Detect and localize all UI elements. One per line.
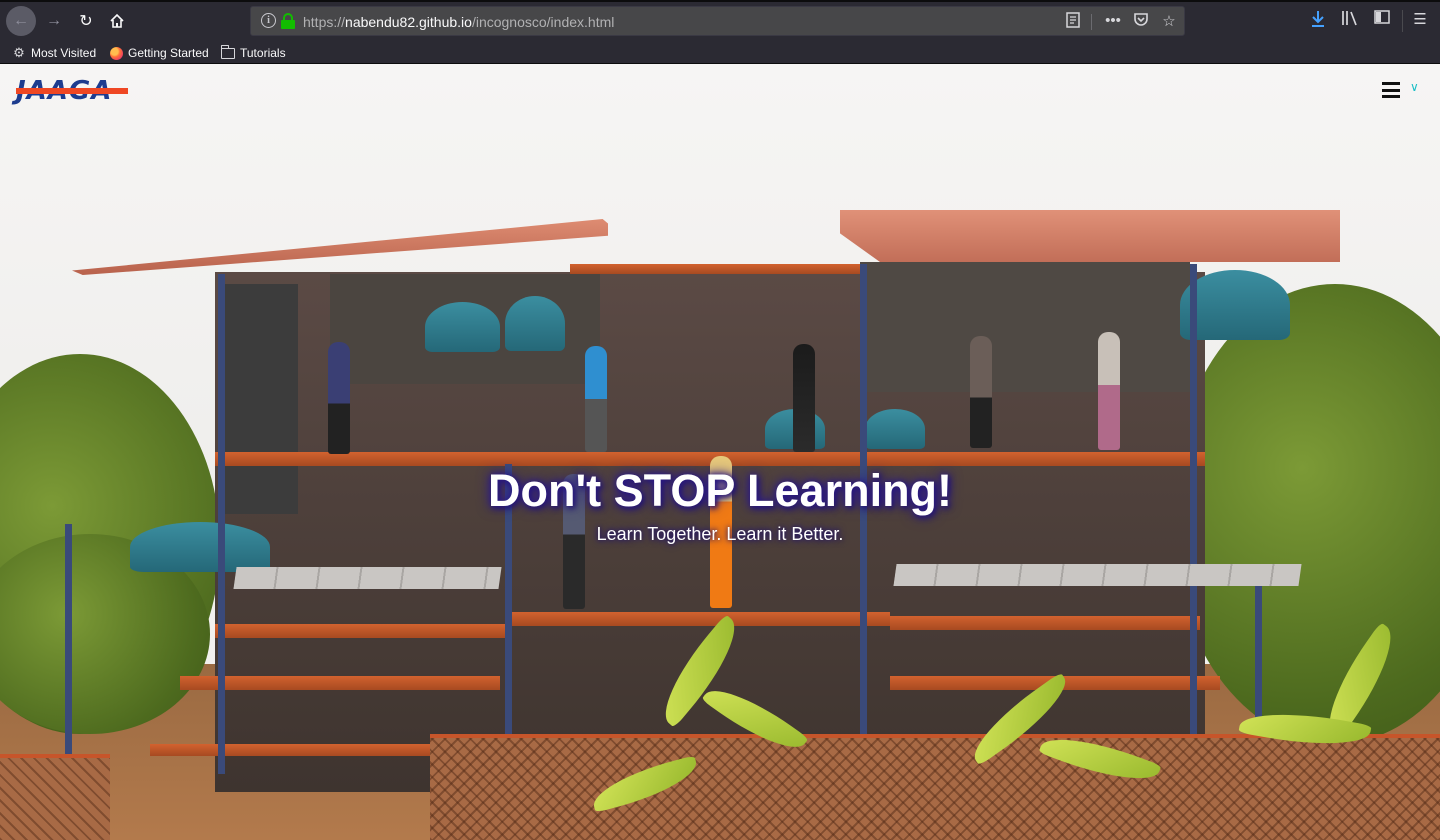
downloads-button[interactable] bbox=[1307, 10, 1329, 32]
sidebar-icon bbox=[1374, 10, 1390, 24]
gear-icon: ⚙ bbox=[13, 45, 25, 60]
page-actions-button[interactable]: ••• bbox=[1103, 12, 1123, 29]
menu-icon: ☰ bbox=[1413, 11, 1427, 28]
chevron-down-icon[interactable]: ∨ bbox=[1410, 80, 1419, 94]
hero-title: Don't STOP Learning! bbox=[487, 465, 953, 516]
library-button[interactable] bbox=[1339, 10, 1361, 30]
library-icon bbox=[1342, 11, 1357, 26]
bookmark-star-button[interactable]: ☆ bbox=[1159, 12, 1179, 30]
bookmark-folder-tutorials[interactable]: Tutorials bbox=[220, 44, 286, 62]
firefox-icon bbox=[109, 46, 123, 60]
bookmark-label: Getting Started bbox=[128, 46, 209, 60]
url-path: /incognosco/index.html bbox=[471, 14, 615, 30]
logo-bar bbox=[16, 88, 128, 94]
bookmark-getting-started[interactable]: Getting Started bbox=[109, 44, 209, 62]
forward-button[interactable]: → bbox=[40, 7, 68, 35]
folder-icon bbox=[220, 44, 235, 60]
site-logo[interactable]: JAAGA bbox=[16, 76, 128, 106]
url-prefix: https:// bbox=[303, 14, 346, 30]
bookmark-label: Most Visited bbox=[31, 46, 97, 60]
info-icon[interactable]: i bbox=[261, 13, 276, 28]
hamburger-line bbox=[1382, 88, 1400, 92]
toolbar-separator bbox=[1402, 10, 1403, 32]
pocket-button[interactable] bbox=[1131, 12, 1151, 31]
lock-icon[interactable] bbox=[281, 13, 295, 29]
star-icon: ☆ bbox=[1162, 13, 1176, 30]
ellipsis-icon: ••• bbox=[1105, 12, 1121, 29]
page-viewport: JAAGA ∨ Don't STOP Learning! Learn Toget… bbox=[0, 64, 1440, 840]
back-button[interactable]: ← bbox=[6, 6, 36, 36]
reload-button[interactable]: ↻ bbox=[72, 7, 100, 35]
nav-menu-toggle[interactable] bbox=[1382, 82, 1400, 98]
url-domain: nabendu82.github.io bbox=[345, 14, 472, 30]
download-icon bbox=[1312, 11, 1324, 27]
pocket-icon bbox=[1134, 13, 1148, 26]
browser-toolbar: ← → ↻ i https://nabendu82.github.io/inco… bbox=[0, 0, 1440, 42]
arrow-right-icon: → bbox=[46, 12, 62, 29]
url-bar-separator bbox=[1091, 14, 1092, 30]
app-menu-button[interactable]: ☰ bbox=[1409, 10, 1431, 28]
bookmark-most-visited[interactable]: ⚙ Most Visited bbox=[12, 44, 96, 62]
home-icon bbox=[110, 13, 124, 28]
hamburger-line bbox=[1382, 82, 1400, 85]
home-button[interactable] bbox=[103, 7, 131, 35]
arrow-left-icon: ← bbox=[13, 12, 29, 29]
reload-icon: ↻ bbox=[79, 13, 93, 30]
sidebar-button[interactable] bbox=[1371, 10, 1393, 28]
tabstrip-edge bbox=[0, 0, 1440, 2]
url-text[interactable]: https://nabendu82.github.io/incognosco/i… bbox=[303, 14, 614, 30]
hero-subtitle: Learn Together. Learn it Better. bbox=[596, 524, 844, 544]
hamburger-line bbox=[1382, 95, 1400, 98]
reader-view-icon bbox=[1066, 12, 1080, 28]
bookmark-label: Tutorials bbox=[240, 46, 286, 60]
reader-view-button[interactable] bbox=[1063, 12, 1083, 32]
url-bar[interactable]: i https://nabendu82.github.io/incognosco… bbox=[250, 6, 1185, 36]
bookmarks-toolbar: ⚙ Most Visited Getting Started Tutorials bbox=[0, 42, 1440, 64]
